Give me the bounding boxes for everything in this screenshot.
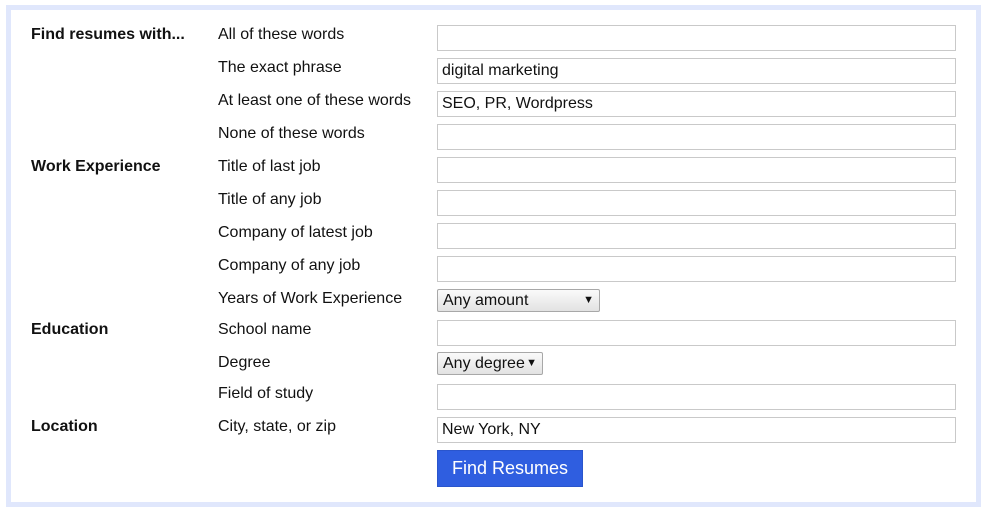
none-words-input[interactable] <box>437 124 956 150</box>
dropdown-arrow-icon: ▼ <box>526 357 537 369</box>
exact-phrase-input[interactable] <box>437 58 956 84</box>
degree-select[interactable]: Any degree ▼ <box>437 352 543 375</box>
city-input[interactable] <box>437 417 956 443</box>
dropdown-arrow-icon: ▼ <box>583 294 594 306</box>
none-words-label: None of these words <box>218 125 365 142</box>
company-latest-job-input[interactable] <box>437 223 956 249</box>
company-any-job-input[interactable] <box>437 256 956 282</box>
all-words-label: All of these words <box>218 26 345 43</box>
school-name-input[interactable] <box>437 320 956 346</box>
section-location-heading: Location <box>31 418 98 435</box>
all-words-input[interactable] <box>437 25 956 51</box>
degree-label: Degree <box>218 354 271 371</box>
company-any-job-label: Company of any job <box>218 257 361 274</box>
city-label: City, state, or zip <box>218 418 336 435</box>
school-name-label: School name <box>218 321 312 338</box>
title-last-job-input[interactable] <box>437 157 956 183</box>
company-latest-job-label: Company of latest job <box>218 224 373 241</box>
title-any-job-input[interactable] <box>437 190 956 216</box>
find-resumes-button[interactable]: Find Resumes <box>437 450 583 487</box>
section-keywords-heading: Find resumes with... <box>31 26 185 43</box>
degree-value: Any degree <box>443 355 525 372</box>
section-work-heading: Work Experience <box>31 158 161 175</box>
exact-phrase-label: The exact phrase <box>218 59 342 76</box>
section-education-heading: Education <box>31 321 109 338</box>
title-any-job-label: Title of any job <box>218 191 322 208</box>
title-last-job-label: Title of last job <box>218 158 321 175</box>
years-experience-select[interactable]: Any amount ▼ <box>437 289 600 312</box>
years-experience-label: Years of Work Experience <box>218 290 403 307</box>
years-experience-value: Any amount <box>443 292 529 309</box>
field-of-study-label: Field of study <box>218 385 314 402</box>
field-of-study-input[interactable] <box>437 384 956 410</box>
any-words-input[interactable] <box>437 91 956 117</box>
any-words-label: At least one of these words <box>218 92 411 109</box>
